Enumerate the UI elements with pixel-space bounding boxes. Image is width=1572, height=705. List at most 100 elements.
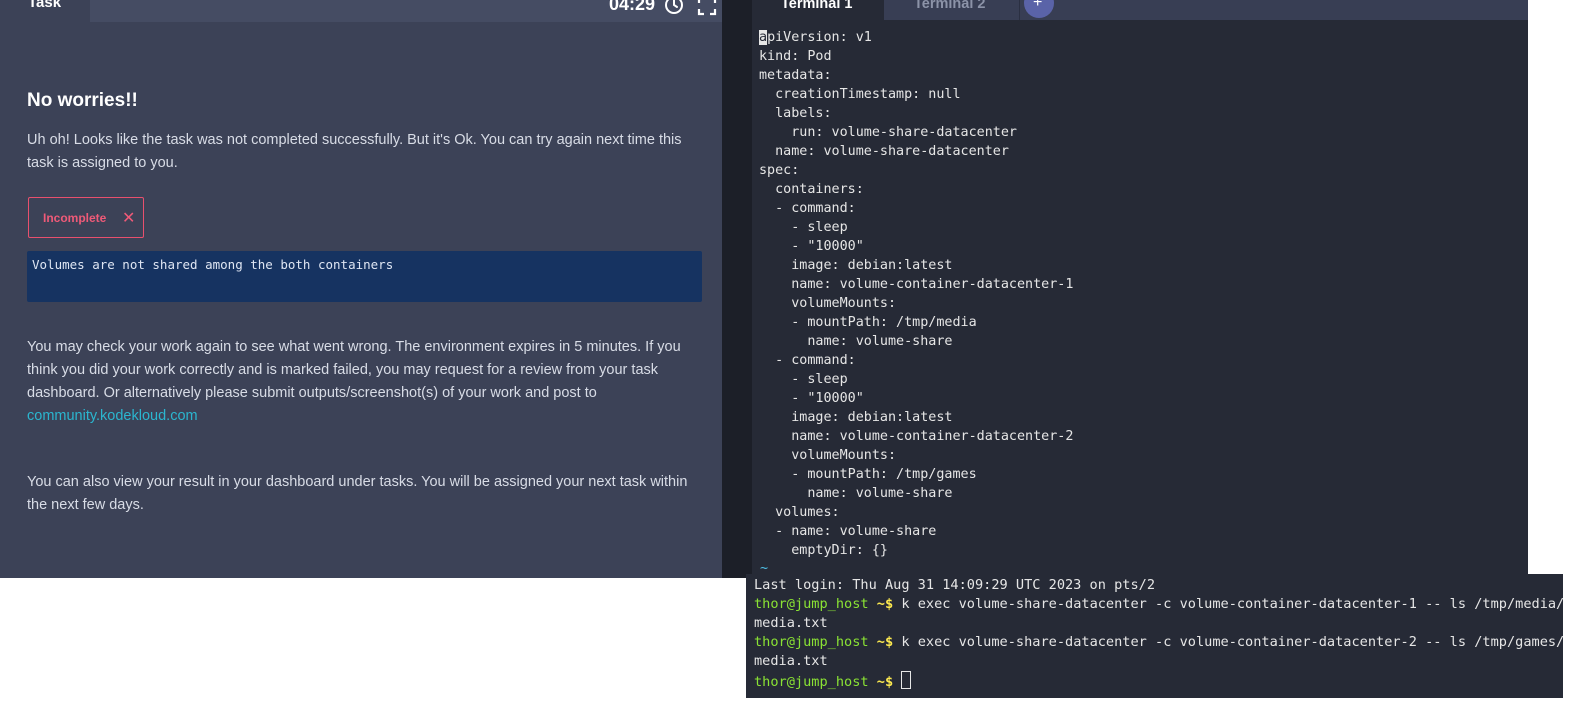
editor-line-text: labels: — [759, 106, 832, 121]
prompt-symbol: ~$ — [868, 674, 902, 690]
editor-line-text: image: debian:latest — [759, 258, 953, 273]
prompt-symbol: ~$ — [868, 596, 902, 612]
error-message-box: Volumes are not shared among the both co… — [27, 251, 702, 302]
prompt-user: thor@jump_host — [754, 634, 869, 650]
editor-line-text: run: volume-share-datacenter — [759, 125, 1017, 140]
prompt-user: thor@jump_host — [754, 596, 869, 612]
plus-icon: + — [1033, 0, 1043, 11]
editor-line-text: name: volume-share — [759, 486, 953, 501]
tab-task[interactable]: Task — [0, 0, 90, 22]
editor-line: - name: volume-share — [759, 522, 1519, 541]
editor-line: containers: — [759, 180, 1519, 199]
editor-line: - mountPath: /tmp/games — [759, 465, 1519, 484]
result-intro: Uh oh! Looks like the task was not compl… — [27, 132, 682, 171]
shell-terminal[interactable]: Last login: Thu Aug 31 14:09:29 UTC 2023… — [746, 574, 1564, 698]
editor-line: - "10000" — [759, 389, 1519, 408]
tab-terminal-1-label: Terminal 1 — [781, 0, 853, 12]
dashboard-text: You can also view your result in your da… — [27, 474, 688, 513]
fullscreen-icon[interactable] — [697, 0, 717, 16]
check-work-text: You may check your work again to see wha… — [27, 336, 702, 428]
editor-line-text: emptyDir: {} — [759, 543, 888, 558]
editor-line: volumeMounts: — [759, 294, 1519, 313]
editor-line-text: volumeMounts: — [759, 448, 897, 463]
close-icon: ✕ — [122, 210, 136, 227]
editor-line-text: - mountPath: /tmp/games — [759, 467, 977, 482]
editor-line: creationTimestamp: null — [759, 85, 1519, 104]
editor-line-text: kind: Pod — [759, 49, 832, 64]
community-link[interactable]: community.kodekloud.com — [27, 408, 198, 424]
editor-line: - sleep — [759, 370, 1519, 389]
editor-line: - command: — [759, 351, 1519, 370]
editor-line: labels: — [759, 104, 1519, 123]
editor-line: image: debian:latest — [759, 408, 1519, 427]
editor-line: spec: — [759, 161, 1519, 180]
editor-line: apiVersion: v1 — [759, 28, 1519, 47]
editor-line: emptyDir: {} — [759, 541, 1519, 560]
editor-line-text: name: volume-container-datacenter-2 — [759, 429, 1074, 444]
editor-line: volumeMounts: — [759, 446, 1519, 465]
add-terminal-button[interactable]: + — [1024, 0, 1054, 18]
editor-line: - "10000" — [759, 237, 1519, 256]
editor-line: - sleep — [759, 218, 1519, 237]
editor-line-text: containers: — [759, 182, 864, 197]
editor-line-text: - command: — [759, 353, 856, 368]
editor-line-text: - sleep — [759, 372, 848, 387]
result-heading: No worries!! — [27, 90, 138, 111]
editor-line: name: volume-container-datacenter-1 — [759, 275, 1519, 294]
command-text: k exec volume-share-datacenter -c volume… — [901, 596, 1565, 612]
editor-line: metadata: — [759, 66, 1519, 85]
check-work-body: You may check your work again to see wha… — [27, 339, 681, 401]
tab-terminal-2-label: Terminal 2 — [914, 0, 986, 12]
command-line: thor@jump_host ~$ k exec volume-share-da… — [754, 595, 1564, 614]
panel-divider[interactable] — [722, 0, 752, 578]
editor-line-text: name: volume-share-datacenter — [759, 144, 1009, 159]
editor-line-text: - "10000" — [759, 391, 864, 406]
active-prompt-line[interactable]: thor@jump_host ~$ — [754, 671, 1564, 690]
prompt-user: thor@jump_host — [754, 674, 869, 690]
task-header: Task 04:29 — [0, 0, 722, 22]
editor-line: run: volume-share-datacenter — [759, 123, 1519, 142]
prompt-symbol: ~$ — [868, 634, 902, 650]
status-badge: Incomplete ✕ — [28, 197, 144, 238]
editor-line-text: creationTimestamp: null — [759, 87, 961, 102]
editor-line-text: - "10000" — [759, 239, 864, 254]
editor-line-text: metadata: — [759, 68, 832, 83]
editor-line: - command: — [759, 199, 1519, 218]
editor-line-text: - name: volume-share — [759, 524, 937, 539]
terminal-area: Terminal 1 Terminal 2 + apiVersion: v1 ki… — [752, 0, 1528, 578]
editor-line-text: spec: — [759, 163, 800, 178]
tab-task-label: Task — [28, 0, 62, 11]
task-panel: Task 04:29 No worries!! Uh oh! Looks lik… — [0, 0, 722, 578]
terminal-cursor — [901, 671, 912, 689]
editor-line-text: volumeMounts: — [759, 296, 897, 311]
editor-line: name: volume-container-datacenter-2 — [759, 427, 1519, 446]
timer-readout: 04:29 — [609, 0, 656, 14]
error-message: Volumes are not shared among the both co… — [32, 257, 394, 272]
editor-line-text: - command: — [759, 201, 856, 216]
last-login-line: Last login: Thu Aug 31 14:09:29 UTC 2023… — [754, 577, 1156, 593]
editor-line: kind: Pod — [759, 47, 1519, 66]
tab-terminal-1[interactable]: Terminal 1 — [752, 0, 884, 20]
terminal-tabbar: Terminal 1 Terminal 2 + — [752, 0, 1528, 20]
command-output: media.txt — [754, 615, 828, 631]
editor-line-text: - sleep — [759, 220, 848, 235]
editor-line: - mountPath: /tmp/media — [759, 313, 1519, 332]
yaml-editor[interactable]: apiVersion: v1 kind: Pod metadata: creatio… — [759, 28, 1519, 560]
command-output: media.txt — [754, 653, 828, 669]
editor-line: volumes: — [759, 503, 1519, 522]
tab-terminal-2[interactable]: Terminal 2 — [884, 0, 1020, 20]
editor-line: name: volume-share-datacenter — [759, 142, 1519, 161]
editor-line-text: image: debian:latest — [759, 410, 953, 425]
status-badge-label: Incomplete — [43, 211, 107, 225]
editor-line-text: piVersion: v1 — [767, 30, 872, 45]
editor-line: name: volume-share — [759, 484, 1519, 503]
editor-line-text: name: volume-share — [759, 334, 953, 349]
editor-cursor: a — [759, 30, 768, 45]
command-text: k exec volume-share-datacenter -c volume… — [901, 634, 1565, 650]
editor-line-text: volumes: — [759, 505, 840, 520]
editor-line-text: name: volume-container-datacenter-1 — [759, 277, 1074, 292]
editor-line: image: debian:latest — [759, 256, 1519, 275]
clock-icon — [665, 0, 683, 14]
editor-line-text: - mountPath: /tmp/media — [759, 315, 977, 330]
command-line: thor@jump_host ~$ k exec volume-share-da… — [754, 633, 1564, 652]
